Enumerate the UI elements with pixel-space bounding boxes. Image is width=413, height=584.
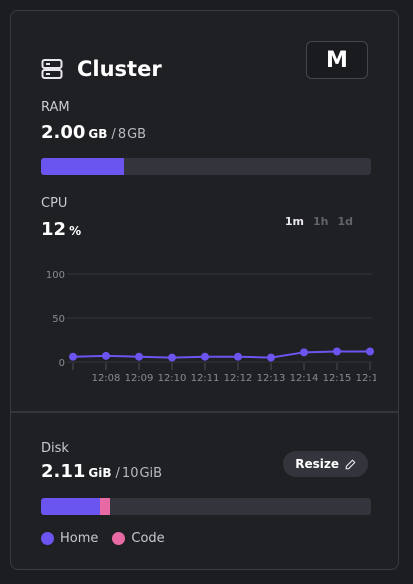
ram-separator: / <box>111 127 116 142</box>
cpu-data-point <box>168 353 176 362</box>
cpu-series-line <box>72 350 370 359</box>
ram-metric: 2.00 GB / 8 GB <box>41 122 146 143</box>
resize-button-label: Resize <box>295 457 339 471</box>
x-tick-label: 12:08 <box>92 373 121 384</box>
cpu-data-point <box>201 352 209 361</box>
disk-used-unit: GiB <box>88 466 112 480</box>
cpu-unit: % <box>69 224 82 238</box>
cpu-data-point <box>102 351 110 360</box>
ram-usage-bar <box>41 158 371 175</box>
cpu-value: 12 <box>41 219 67 240</box>
disk-metric: 2.11 GiB / 10 GiB <box>41 461 162 482</box>
range-1m[interactable]: 1m <box>285 215 304 228</box>
cpu-data-point <box>366 347 374 356</box>
ram-label: RAM <box>41 100 70 115</box>
ram-total-value: 8 <box>117 127 127 142</box>
legend-label-code: Code <box>131 531 165 546</box>
cpu-chart: 100 50 0 12:08 12:09 12:10 12:11 12:12 12:13 12:1… <box>46 270 376 384</box>
x-tick-label: 12:15 <box>323 373 352 384</box>
cpu-data-point <box>333 347 341 356</box>
size-badge[interactable]: M <box>306 41 368 79</box>
disk-separator: / <box>115 466 120 481</box>
ram-used-unit: GB <box>88 127 108 141</box>
legend-item-home: Home <box>41 531 98 546</box>
legend-dot-home <box>41 532 54 545</box>
pencil-icon <box>345 459 356 469</box>
cpu-data-point <box>234 352 242 361</box>
ram-total-unit: GB <box>127 127 147 142</box>
disk-total-unit: GiB <box>139 466 163 481</box>
card-title: Cluster <box>77 57 162 81</box>
cluster-card: Cluster M RAM 2.00 GB / 8 GB CPU 12 % 1m… <box>10 10 399 570</box>
x-tick-label: 12:12 <box>224 373 253 384</box>
y-tick-label: 100 <box>46 270 65 281</box>
x-tick-label: 12:16 <box>356 373 376 384</box>
x-tick-label: 12:13 <box>257 373 286 384</box>
x-tick-label: 12:10 <box>158 373 187 384</box>
cpu-data-point <box>267 353 275 362</box>
cpu-label: CPU <box>41 196 68 211</box>
legend-item-code: Code <box>112 531 165 546</box>
card-header: Cluster <box>41 53 162 85</box>
legend-dot-code <box>112 532 126 545</box>
range-1h[interactable]: 1h <box>313 215 329 228</box>
section-divider <box>11 411 398 413</box>
disk-legend: Home Code <box>41 531 179 546</box>
legend-label-home: Home <box>60 531 99 546</box>
disk-code-segment <box>100 498 111 515</box>
cpu-data-point <box>135 352 143 361</box>
server-icon <box>41 59 63 79</box>
disk-usage-bar <box>41 498 371 515</box>
cpu-data-point <box>69 352 77 361</box>
resize-button[interactable]: Resize <box>283 451 368 477</box>
ram-usage-fill <box>41 158 124 175</box>
time-range-selector: 1m 1h 1d <box>285 215 353 228</box>
disk-used-value: 2.11 <box>41 461 86 482</box>
x-tick-label: 12:09 <box>125 373 154 384</box>
cpu-data-point <box>300 348 308 357</box>
range-1d[interactable]: 1d <box>337 215 353 228</box>
x-tick-label: 12:11 <box>191 373 220 384</box>
disk-total-value: 10 <box>121 466 139 481</box>
disk-home-segment <box>41 498 101 515</box>
y-tick-label: 50 <box>52 314 65 325</box>
disk-label: Disk <box>41 441 69 456</box>
x-tick-label: 12:14 <box>290 373 319 384</box>
ram-used-value: 2.00 <box>41 122 86 143</box>
cpu-metric: 12 % <box>41 219 81 240</box>
y-tick-label: 0 <box>59 358 65 369</box>
